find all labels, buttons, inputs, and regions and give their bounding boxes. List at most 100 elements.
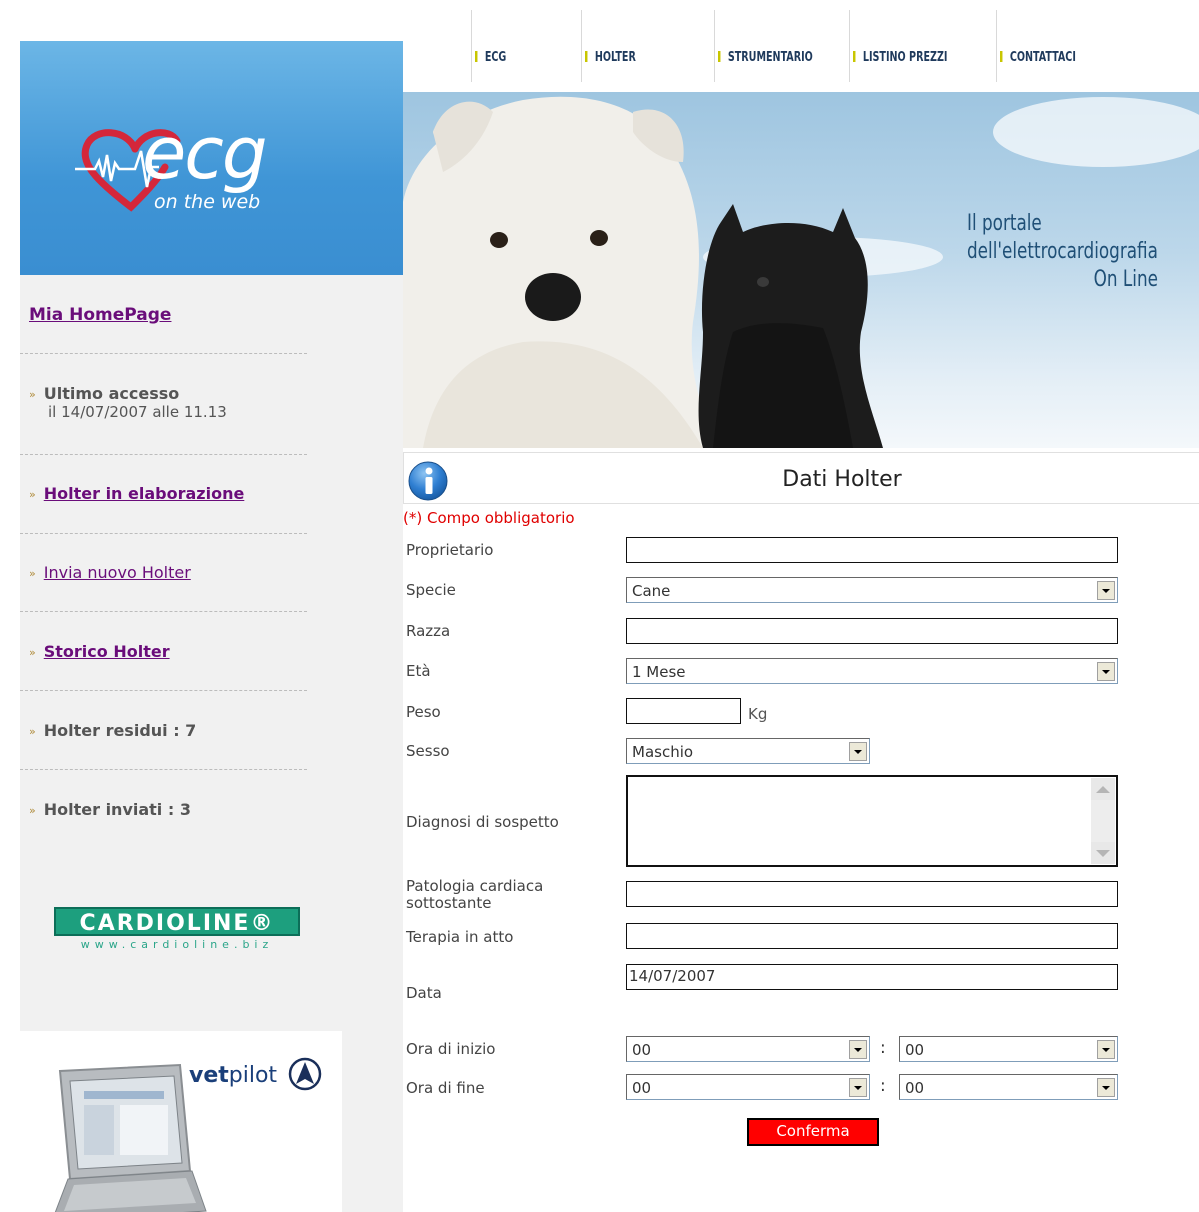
last-access: » Ultimo accesso il 14/07/2007 alle 11.13 bbox=[29, 384, 227, 421]
chevron-down-icon[interactable] bbox=[849, 1040, 867, 1059]
start-hour-value: 00 bbox=[632, 1041, 652, 1059]
bullet-icon: » bbox=[29, 646, 36, 659]
sidebar-item-holter-history[interactable]: » Storico Holter bbox=[29, 642, 170, 661]
therapy-input[interactable] bbox=[626, 923, 1118, 949]
chevron-down-icon[interactable] bbox=[849, 742, 867, 761]
start-minute-select[interactable]: 00 bbox=[899, 1036, 1118, 1062]
nav-bar-icon bbox=[853, 51, 856, 62]
sidebar-item-holter-processing[interactable]: » Holter in elaborazione bbox=[29, 484, 244, 503]
nav-separator bbox=[849, 10, 850, 82]
cardioline-name: CARDIOLINE® bbox=[54, 907, 300, 936]
nav-item-holter[interactable]: HOLTER bbox=[585, 50, 636, 65]
bullet-icon: » bbox=[29, 567, 36, 580]
site-logo[interactable]: ecg on the web bbox=[20, 41, 403, 275]
holter-sent-text: Holter inviati : 3 bbox=[43, 800, 191, 819]
nav-label: ECG bbox=[484, 50, 507, 65]
chevron-down-icon[interactable] bbox=[1097, 1040, 1115, 1059]
nav-label: STRUMENTARIO bbox=[727, 50, 813, 65]
nav-item-strumentario[interactable]: STRUMENTARIO bbox=[718, 50, 813, 65]
nav-bar-icon bbox=[475, 51, 478, 62]
nav-bar-icon bbox=[718, 51, 721, 62]
cardioline-ad[interactable]: CARDIOLINE® www.cardioline.biz bbox=[54, 907, 300, 951]
weight-input[interactable] bbox=[626, 698, 741, 724]
nav-bar-icon bbox=[585, 51, 588, 62]
owner-input[interactable] bbox=[626, 537, 1118, 563]
therapy-label: Terapia in atto bbox=[406, 928, 514, 946]
form-title: Dati Holter bbox=[782, 467, 902, 492]
species-label: Specie bbox=[406, 581, 456, 599]
scrollbar[interactable] bbox=[1091, 778, 1115, 864]
end-time-label: Ora di fine bbox=[406, 1079, 485, 1097]
laptop-image-icon bbox=[54, 1063, 207, 1212]
holter-processing-link[interactable]: Holter in elaborazione bbox=[44, 484, 245, 503]
divider bbox=[20, 454, 307, 455]
weight-label: Peso bbox=[406, 703, 441, 721]
cardioline-url: www.cardioline.biz bbox=[80, 938, 274, 951]
age-value: 1 Mese bbox=[632, 663, 686, 681]
scroll-up-icon[interactable] bbox=[1091, 778, 1115, 800]
pathology-label-line-1: Patologia cardiaca bbox=[406, 877, 544, 895]
divider bbox=[20, 611, 307, 612]
bullet-icon: » bbox=[29, 488, 36, 501]
chevron-down-icon[interactable] bbox=[849, 1078, 867, 1097]
logo-subtext: on the web bbox=[154, 191, 261, 213]
start-time-label: Ora di inizio bbox=[406, 1040, 496, 1058]
nav-separator bbox=[471, 10, 472, 82]
pathology-label: Patologia cardiaca sottostante bbox=[406, 878, 543, 912]
vetpilot-ad[interactable]: vetpilot bbox=[20, 1031, 342, 1212]
end-hour-select[interactable]: 00 bbox=[626, 1074, 870, 1100]
end-hour-value: 00 bbox=[632, 1079, 652, 1097]
nav-label: HOLTER bbox=[594, 50, 636, 65]
holter-history-link[interactable]: Storico Holter bbox=[44, 642, 170, 661]
nav-label: LISTINO PREZZI bbox=[862, 50, 948, 65]
last-access-value: il 14/07/2007 alle 11.13 bbox=[48, 403, 227, 421]
chevron-down-icon[interactable] bbox=[1097, 1078, 1115, 1097]
species-value: Cane bbox=[632, 582, 671, 600]
nav-bar-icon bbox=[1000, 51, 1003, 62]
date-value: 14/07/2007 bbox=[629, 967, 716, 985]
weight-unit: Kg bbox=[748, 705, 768, 723]
nav-separator bbox=[714, 10, 715, 82]
holter-sent: » Holter inviati : 3 bbox=[29, 800, 191, 819]
diagnosis-label: Diagnosi di sospetto bbox=[406, 813, 559, 831]
diagnosis-textarea[interactable] bbox=[626, 775, 1118, 867]
sidebar-item-send-holter[interactable]: » Invia nuovo Holter bbox=[29, 563, 191, 582]
chevron-down-icon[interactable] bbox=[1097, 662, 1115, 681]
species-select[interactable]: Cane bbox=[626, 577, 1118, 603]
home-link[interactable]: Mia HomePage bbox=[29, 305, 171, 325]
banner-line-2: dell'elettrocardiografia bbox=[967, 239, 1158, 264]
breed-label: Razza bbox=[406, 622, 451, 640]
sex-value: Maschio bbox=[632, 743, 694, 761]
age-select[interactable]: 1 Mese bbox=[626, 658, 1118, 684]
end-minute-select[interactable]: 00 bbox=[899, 1074, 1118, 1100]
sex-label: Sesso bbox=[406, 742, 450, 760]
end-minute-value: 00 bbox=[905, 1079, 925, 1097]
start-hour-select[interactable]: 00 bbox=[626, 1036, 870, 1062]
hero-banner: Il portale dell'elettrocardiografia On L… bbox=[403, 92, 1199, 448]
required-note: (*) Compo obbligatorio bbox=[403, 509, 575, 527]
nav-label: CONTATTACI bbox=[1009, 50, 1076, 65]
nav-item-ecg[interactable]: ECG bbox=[475, 50, 506, 65]
nav-item-listino-prezzi[interactable]: LISTINO PREZZI bbox=[853, 50, 947, 65]
chevron-down-icon[interactable] bbox=[1097, 581, 1115, 600]
banner-line-3: On Line bbox=[1093, 267, 1158, 292]
holter-remaining: » Holter residui : 7 bbox=[29, 721, 196, 740]
date-input[interactable]: 14/07/2007 bbox=[626, 964, 1118, 990]
banner-tagline: Il portale dell'elettrocardiografia On L… bbox=[967, 210, 1158, 294]
time-separator: : bbox=[880, 1038, 886, 1058]
vetpilot-brand-rest: pilot bbox=[228, 1063, 278, 1088]
banner-line-1: Il portale bbox=[967, 211, 1042, 236]
bullet-icon: » bbox=[29, 388, 36, 401]
logo-text: ecg bbox=[142, 111, 268, 195]
divider bbox=[20, 353, 307, 354]
scroll-down-icon[interactable] bbox=[1091, 842, 1115, 864]
pathology-input[interactable] bbox=[626, 881, 1118, 907]
vetpilot-logo-icon bbox=[288, 1057, 322, 1091]
nav-item-contattaci[interactable]: CONTATTACI bbox=[1000, 50, 1076, 65]
divider bbox=[20, 769, 307, 770]
sex-select[interactable]: Maschio bbox=[626, 738, 870, 764]
vetpilot-brand: vetpilot bbox=[189, 1063, 277, 1088]
breed-input[interactable] bbox=[626, 618, 1118, 644]
send-new-holter-link[interactable]: Invia nuovo Holter bbox=[44, 563, 191, 582]
confirm-button[interactable]: Conferma bbox=[747, 1118, 879, 1146]
